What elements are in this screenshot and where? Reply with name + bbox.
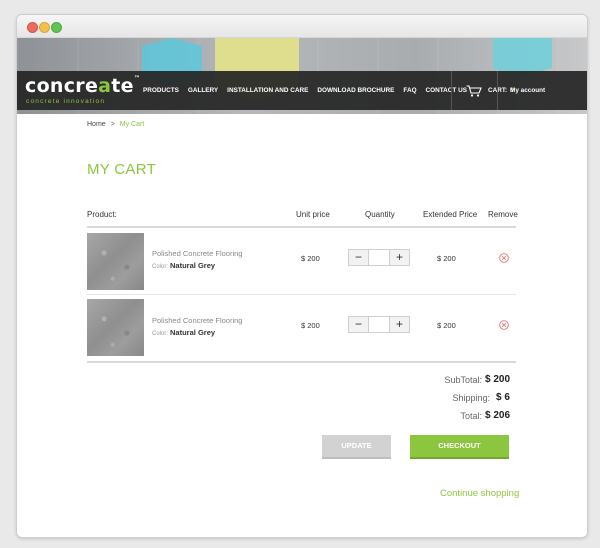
product-color: Color: Natural Grey [152,328,215,337]
continue-shopping-link[interactable]: Continue shopping [440,488,519,499]
header-quantity: Quantity [365,210,395,219]
quantity-stepper: − + [348,249,410,266]
nav-item-products[interactable]: PRODUCTS [143,87,179,94]
quantity-stepper: − + [348,316,410,333]
row-divider [87,294,516,295]
remove-item-icon[interactable] [499,320,509,330]
my-account-link[interactable]: My account [510,87,545,94]
logo-text-end: te [111,75,134,97]
total-label: Total: [460,411,482,421]
breadcrumb: Home > My Cart [87,121,144,128]
logo-wordmark: concreate™ [25,75,140,97]
navbar-content: concreate™ concrete innovation PRODUCTS … [17,71,587,110]
update-cart-button[interactable]: UPDATE [322,435,391,459]
product-thumbnail[interactable] [87,299,144,356]
total-value: $ 206 [485,410,511,421]
maximize-window-button[interactable] [51,22,62,33]
table-bottom-divider [87,361,516,363]
product-name[interactable]: Polished Concrete Flooring [152,316,242,325]
color-value: Natural Grey [170,261,216,270]
unit-price: $ 200 [301,321,320,330]
header-unit-price: Unit price [296,210,330,219]
color-value: Natural Grey [170,328,216,337]
logo-trademark: ™ [133,75,141,82]
increase-quantity-button[interactable]: + [389,249,410,266]
extended-price: $ 200 [437,254,456,263]
shipping-label: Shipping: [452,393,490,403]
checkout-button[interactable]: CHECKOUT [410,435,509,459]
nav-item-download-brochure[interactable]: DOWNLOAD BROCHURE [317,87,394,94]
unit-price: $ 200 [301,254,320,263]
logo-tagline: concrete innovation [26,98,106,105]
nav-item-faq[interactable]: FAQ [403,87,416,94]
page-title: MY CART [87,161,157,178]
window-titlebar [17,15,587,38]
nav-item-installation-and-care[interactable]: INSTALLATION AND CARE [227,87,308,94]
browser-window: concreate™ concrete innovation PRODUCTS … [16,14,588,538]
breadcrumb-separator: > [110,121,115,128]
nav-links: PRODUCTS GALLERY INSTALLATION AND CARE D… [143,71,476,110]
remove-item-icon[interactable] [499,253,509,263]
breadcrumb-current: My Cart [119,121,145,128]
shipping-value: $ 6 [496,392,510,403]
site-logo[interactable]: concreate™ concrete innovation [25,75,140,105]
extended-price: $ 200 [437,321,456,330]
header-extended-price: Extended Price [423,210,478,219]
account-area: My account [497,71,545,110]
header-product: Product: [87,210,117,219]
color-label: Color: [152,264,169,270]
quantity-input[interactable] [369,249,389,266]
product-thumbnail[interactable] [87,233,144,290]
breadcrumb-home[interactable]: Home [87,121,106,128]
subtotal-value: $ 200 [485,374,511,385]
close-window-button[interactable] [27,22,38,33]
product-color: Color: Natural Grey [152,261,215,270]
logo-text-accent: a [98,75,112,97]
header-remove: Remove [488,210,518,219]
header-divider [87,226,516,228]
quantity-input[interactable] [369,316,389,333]
subtotal-label: SubTotal: [444,375,482,385]
decrease-quantity-button[interactable]: − [348,316,369,333]
shopping-cart-icon [466,84,482,97]
product-name[interactable]: Polished Concrete Flooring [152,249,242,258]
nav-item-gallery[interactable]: GALLERY [188,87,218,94]
increase-quantity-button[interactable]: + [389,316,410,333]
minimize-window-button[interactable] [39,22,50,33]
decrease-quantity-button[interactable]: − [348,249,369,266]
color-label: Color: [152,331,169,337]
logo-text-start: concre [25,75,99,97]
